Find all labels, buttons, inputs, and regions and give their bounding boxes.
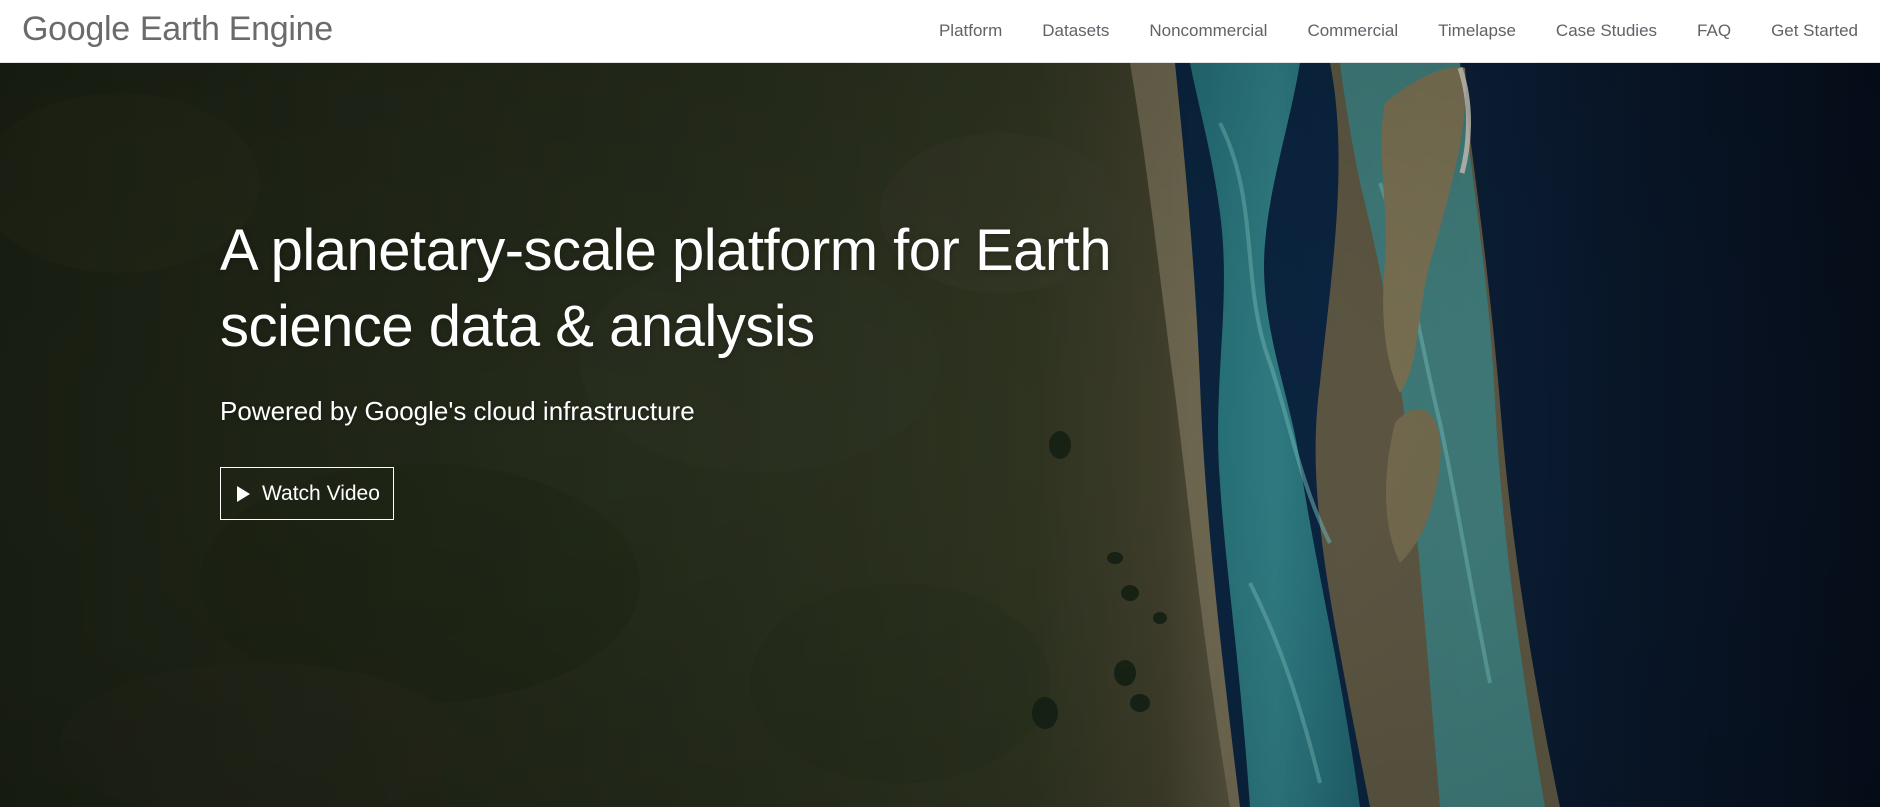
brand-product: Earth Engine (139, 10, 333, 48)
play-icon (237, 485, 250, 502)
nav-noncommercial[interactable]: Noncommercial (1149, 22, 1267, 39)
hero-title-line-2: science data & analysis (220, 294, 815, 359)
nav-case-studies[interactable]: Case Studies (1556, 22, 1657, 39)
main-nav: Platform Datasets Noncommercial Commerci… (939, 0, 1858, 62)
hero-content: A planetary-scale platform for Earth sci… (220, 213, 1320, 520)
brand-logo[interactable]: Google Earth Engine (22, 12, 333, 46)
hero-section: A planetary-scale platform for Earth sci… (0, 63, 1880, 807)
nav-datasets[interactable]: Datasets (1042, 22, 1109, 39)
nav-timelapse[interactable]: Timelapse (1438, 22, 1516, 39)
top-nav-bar: Google Earth Engine Platform Datasets No… (0, 0, 1880, 63)
hero-subtitle: Powered by Google's cloud infrastructure (220, 396, 695, 426)
watch-video-label: Watch Video (262, 481, 380, 505)
nav-faq[interactable]: FAQ (1697, 22, 1731, 39)
brand-google: Google (22, 10, 130, 48)
hero-title: A planetary-scale platform for Earth sci… (220, 213, 1320, 365)
nav-commercial[interactable]: Commercial (1307, 22, 1398, 39)
nav-get-started[interactable]: Get Started (1771, 22, 1858, 39)
nav-platform[interactable]: Platform (939, 22, 1002, 39)
watch-video-button[interactable]: Watch Video (220, 467, 394, 520)
hero-title-line-1: A planetary-scale platform for Earth (220, 218, 1112, 283)
